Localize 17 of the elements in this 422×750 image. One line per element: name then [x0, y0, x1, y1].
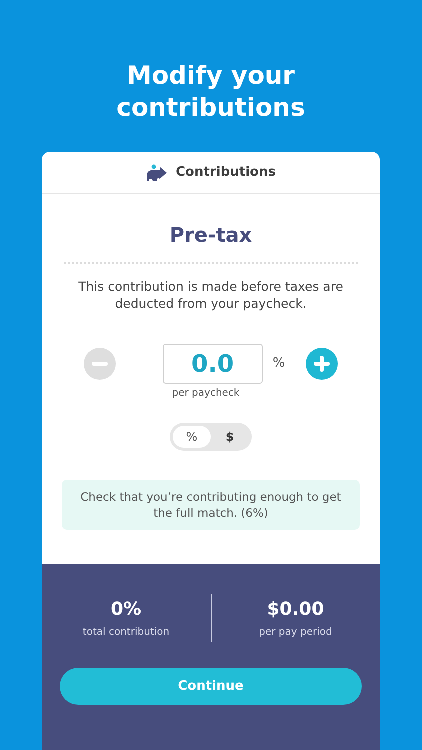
piggy-bank-icon: [146, 164, 168, 182]
section-title: Pre-tax: [168, 222, 254, 249]
description: This contribution is made before taxes are deducted from your paycheck.: [78, 278, 344, 312]
headline: Modify your contributions: [116, 60, 306, 124]
plus-icon: [314, 356, 330, 372]
match-notice: Check that you’re contributing enough to get the full match. (6%): [62, 480, 360, 530]
card-title: Contributions: [176, 164, 276, 182]
increase-button[interactable]: [306, 348, 338, 380]
unit-option[interactable]: $: [211, 426, 249, 448]
summary-value: $0.00: [267, 598, 324, 622]
minus-icon: [92, 362, 108, 366]
summary-label: total contribution: [82, 626, 170, 640]
unit-option[interactable]: %: [173, 426, 211, 448]
summary-value: 0%: [110, 598, 142, 622]
amount-caption: per paycheck: [171, 387, 241, 401]
summary-label: per pay period: [259, 626, 332, 640]
unit-label: %: [272, 355, 286, 374]
